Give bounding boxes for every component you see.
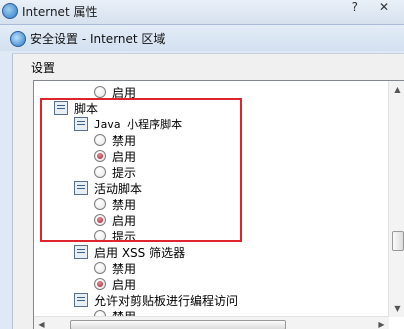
java-enable-option[interactable]: 启用 [94,148,136,164]
help-button[interactable]: ? [352,0,358,14]
settings-category-icon [54,101,68,115]
setting-label: Java 小程序脚本 [94,118,183,131]
scroll-down-arrow-icon[interactable]: ▼ [389,300,404,317]
java-applet-script-setting: Java 小程序脚本 [74,116,182,132]
top-enable-option[interactable]: 启用 [94,84,136,100]
radio-icon[interactable] [94,262,106,274]
option-label: 启用 [112,85,137,100]
settings-category-icon [74,181,88,195]
option-label: 启用 [112,277,137,292]
radio-checked-icon[interactable] [94,214,106,226]
active-enable-option[interactable]: 启用 [94,212,136,228]
option-label: 禁用 [112,197,137,212]
option-label: 启用 [112,149,137,164]
dialog-titlebar: 安全设置 - Internet 区域 [0,25,404,51]
settings-label: 设置 [31,61,56,75]
option-label: 提示 [112,165,137,180]
dialog-body: 设置 启用 脚本 Java 小程序脚本 禁用 启用 提示 活动脚本 禁用 启用 … [12,53,404,329]
radio-icon[interactable] [94,86,106,98]
horizontal-scrollbar[interactable]: ◀ ▶ [34,316,389,329]
horizontal-scroll-thumb[interactable] [70,320,286,329]
scroll-left-arrow-icon[interactable]: ◀ [34,317,49,329]
radio-icon[interactable] [94,230,106,242]
active-prompt-option[interactable]: 提示 [94,228,136,244]
settings-category-icon [74,245,88,259]
clipboard-access-setting: 允许对剪贴板进行编程访问 [74,292,238,308]
vertical-scroll-thumb[interactable] [392,231,404,251]
setting-label: 启用 XSS 筛选器 [94,245,186,260]
radio-checked-icon[interactable] [94,278,106,290]
option-label: 禁用 [112,261,137,276]
setting-label: 活动脚本 [94,181,143,196]
radio-checked-icon[interactable] [94,150,106,162]
option-label: 禁用 [112,133,137,148]
active-disable-option[interactable]: 禁用 [94,196,136,212]
parent-window-title: Internet 属性 [22,5,98,19]
internet-zone-icon [10,31,26,47]
active-script-setting: 活动脚本 [74,180,142,196]
settings-tree-listbox[interactable]: 启用 脚本 Java 小程序脚本 禁用 启用 提示 活动脚本 禁用 启用 提示 … [33,80,404,329]
script-category: 脚本 [54,100,98,116]
settings-category-icon [74,117,88,131]
radio-icon[interactable] [94,198,106,210]
xss-enable-option[interactable]: 启用 [94,276,136,292]
internet-options-icon [2,3,18,19]
vertical-scrollbar[interactable]: ▲ ▼ [388,81,404,317]
dialog-title: 安全设置 - Internet 区域 [30,32,166,46]
setting-label: 允许对剪贴板进行编程访问 [94,293,239,308]
java-prompt-option[interactable]: 提示 [94,164,136,180]
radio-icon[interactable] [94,134,106,146]
security-settings-dialog: 安全设置 - Internet 区域 设置 启用 脚本 Java 小程序脚本 禁… [0,24,404,329]
java-disable-option[interactable]: 禁用 [94,132,136,148]
parent-window-titlebar: Internet 属性 ? ✕ [0,0,404,25]
option-label: 启用 [112,213,137,228]
settings-category-icon [74,293,88,307]
close-button[interactable]: ✕ [368,0,400,16]
scroll-right-arrow-icon[interactable]: ▶ [374,317,389,329]
xss-disable-option[interactable]: 禁用 [94,260,136,276]
option-label: 提示 [112,229,137,244]
radio-icon[interactable] [94,166,106,178]
category-label: 脚本 [74,101,99,116]
xss-filter-setting: 启用 XSS 筛选器 [74,244,185,260]
scroll-up-arrow-icon[interactable]: ▲ [389,81,404,98]
